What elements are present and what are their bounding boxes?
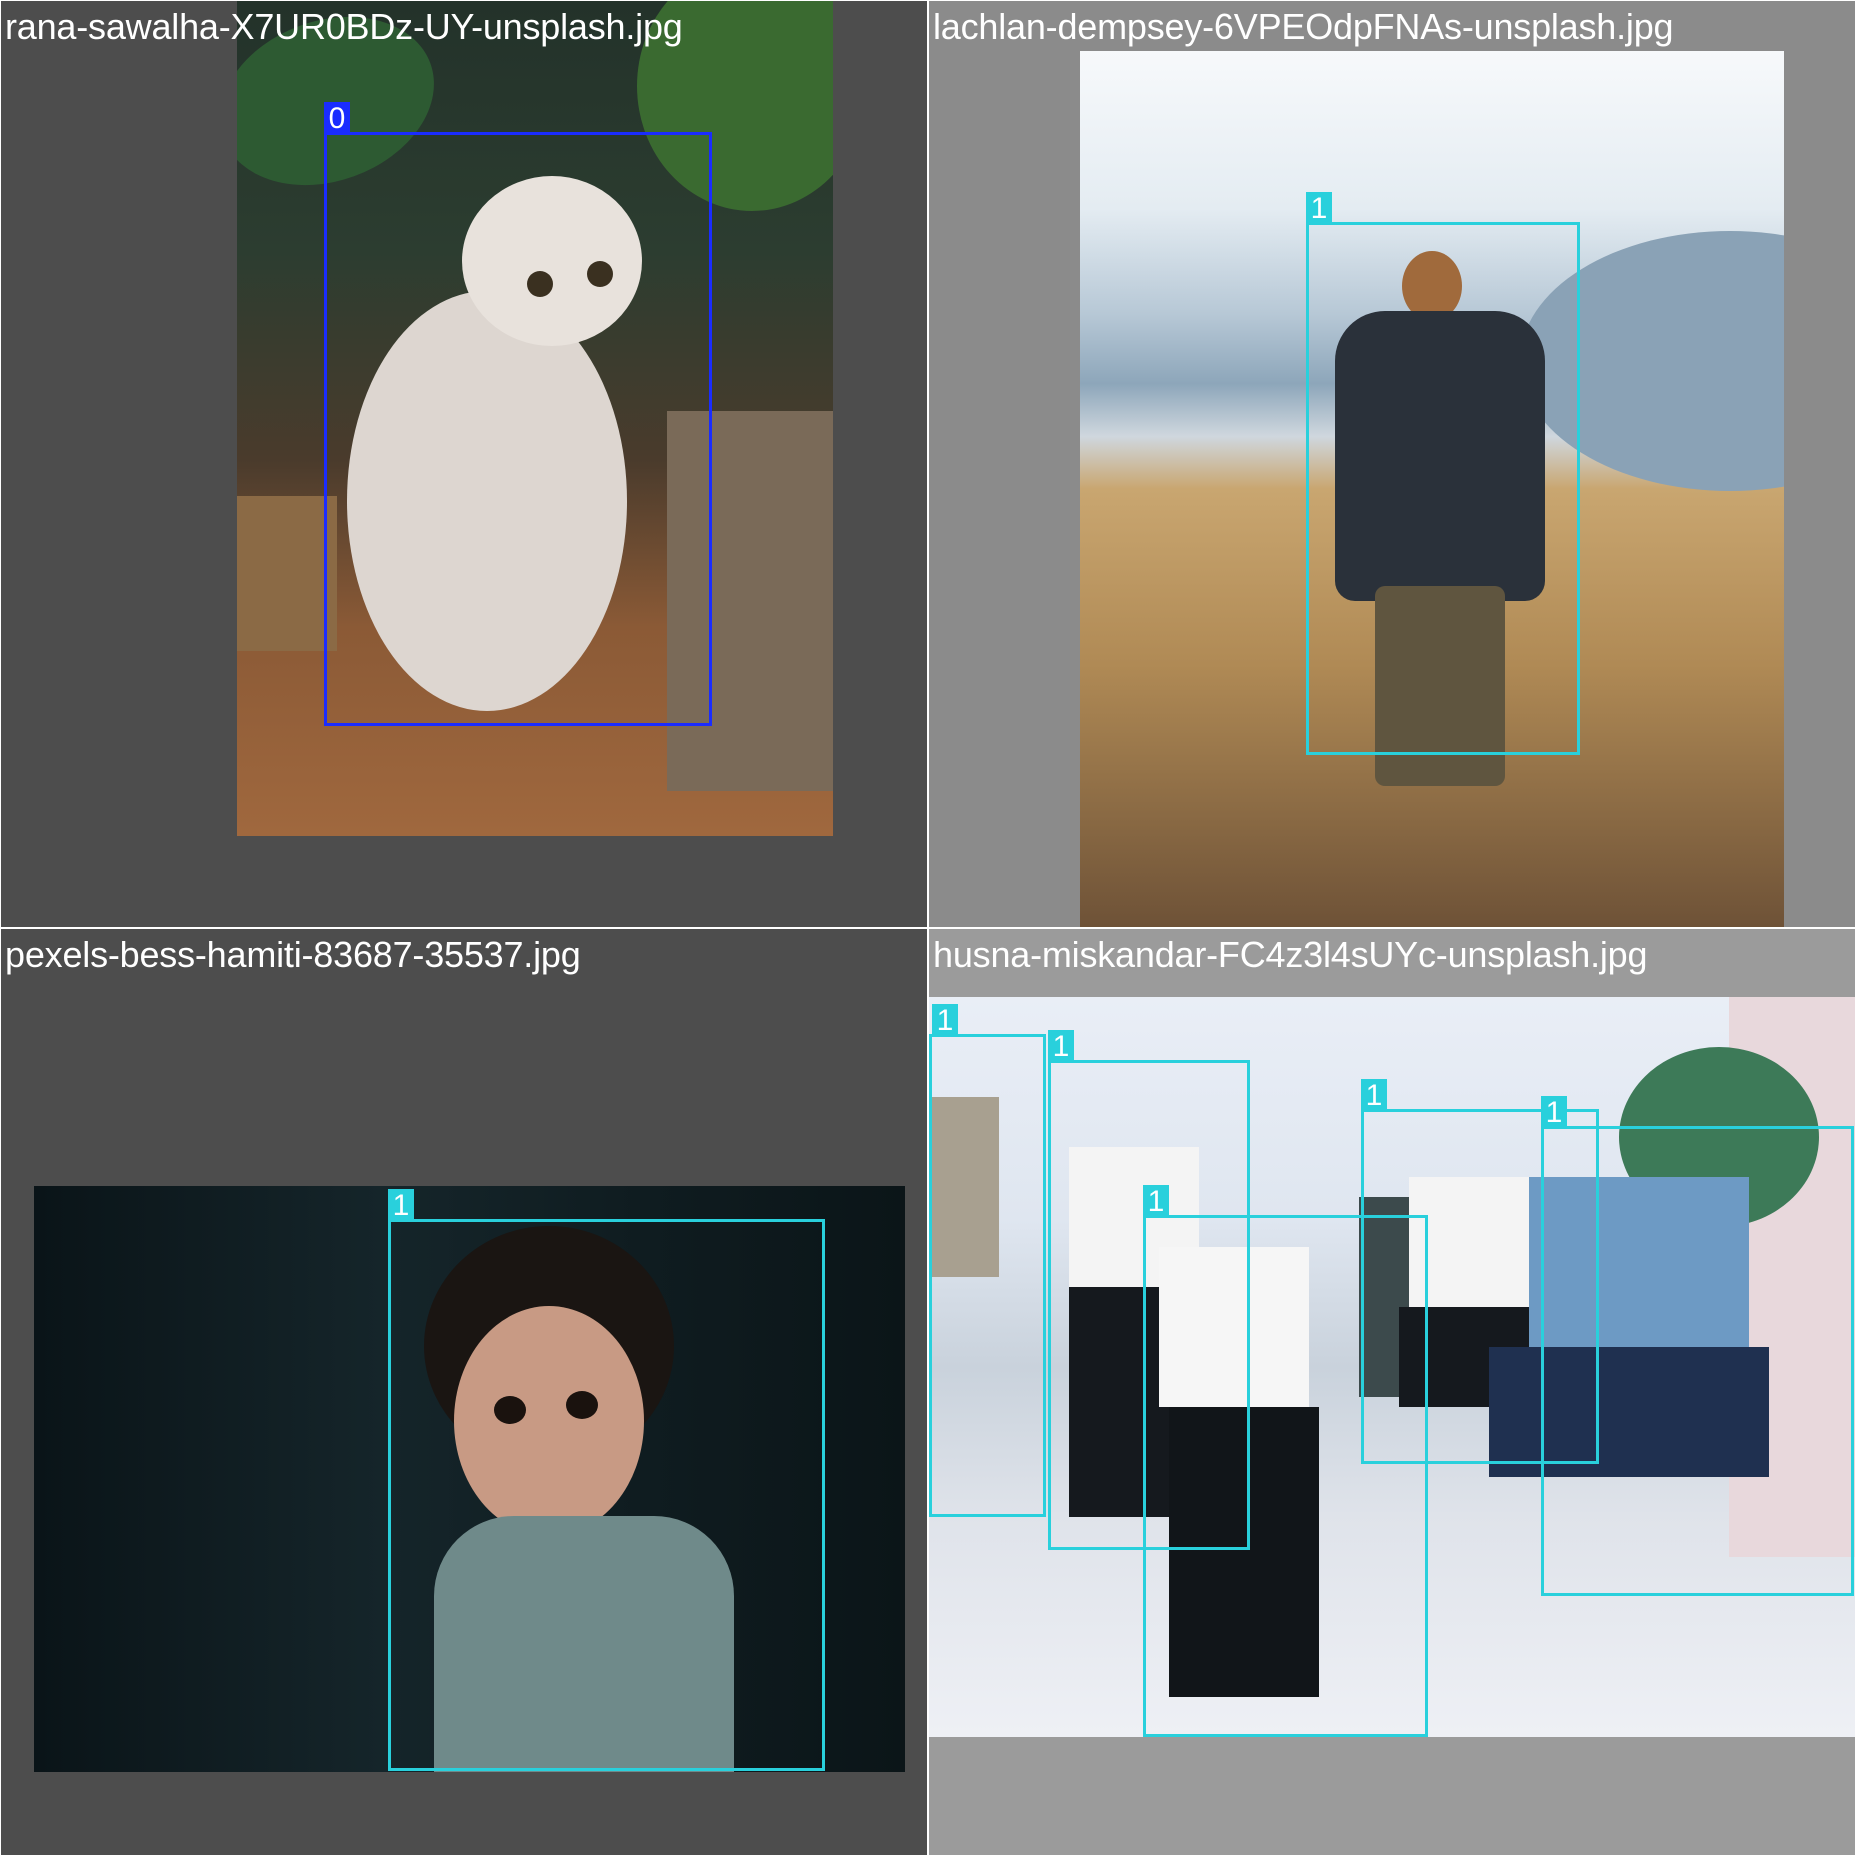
class-label: 0	[324, 102, 350, 135]
detection-box[interactable]: 1	[929, 1004, 1046, 1517]
class-label: 1	[1541, 1096, 1567, 1129]
class-label: 1	[1361, 1079, 1387, 1112]
grid-cell-child: pexels-bess-hamiti-83687-35537.jpg 1	[1, 929, 927, 1855]
class-label: 1	[932, 1004, 958, 1037]
detection-box[interactable]: 1	[1306, 192, 1580, 755]
grid-cell-man-field: lachlan-dempsey-6VPEOdpFNAs-unsplash.jpg…	[929, 1, 1855, 927]
detection-box[interactable]: 0	[324, 102, 712, 726]
grid-cell-group: husna-miskandar-FC4z3l4sUYc-unsplash.jpg…	[929, 929, 1855, 1855]
class-label: 1	[388, 1189, 414, 1222]
detection-box[interactable]: 1	[388, 1189, 825, 1771]
grid-cell-cat: rana-sawalha-X7UR0BDz-UY-unsplash.jpg 0	[1, 1, 927, 927]
filename-label: husna-miskandar-FC4z3l4sUYc-unsplash.jpg	[933, 934, 1648, 975]
detection-box[interactable]: 1	[1541, 1096, 1854, 1596]
filename-label: pexels-bess-hamiti-83687-35537.jpg	[5, 934, 581, 975]
filename-label: rana-sawalha-X7UR0BDz-UY-unsplash.jpg	[5, 6, 683, 47]
class-label: 1	[1306, 192, 1332, 225]
basket-left	[237, 496, 337, 651]
filename-label: lachlan-dempsey-6VPEOdpFNAs-unsplash.jpg	[933, 6, 1674, 47]
class-label: 1	[1143, 1185, 1169, 1218]
class-label: 1	[1048, 1030, 1074, 1063]
